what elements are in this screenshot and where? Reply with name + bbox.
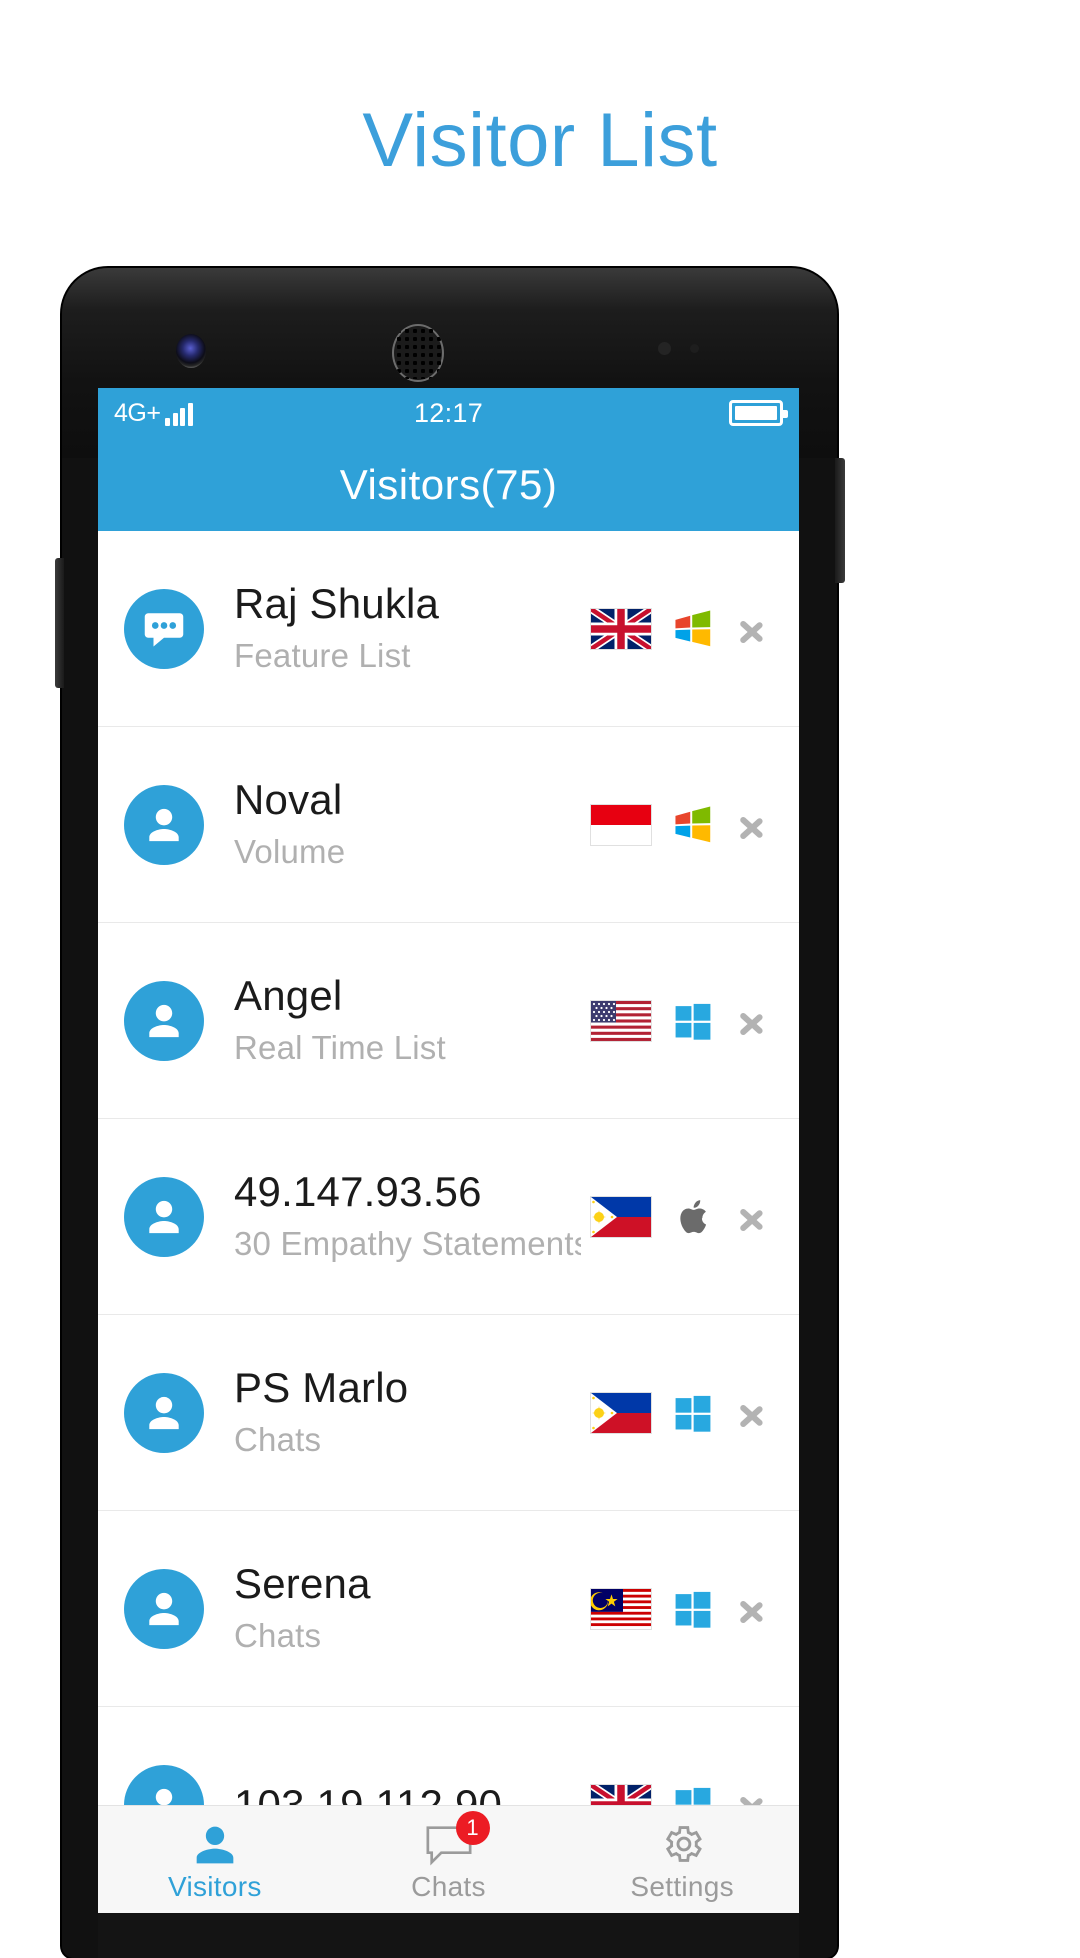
person-icon xyxy=(124,1568,204,1649)
bottom-tab-bar[interactable]: Visitors 1 Chats Settings xyxy=(98,1805,799,1913)
country-flag-icon xyxy=(591,1392,651,1433)
tab-label-chats: Chats xyxy=(411,1870,486,1902)
visitor-subtitle: 30 Empathy Statements xyxy=(234,1225,581,1263)
visitor-text: PS Marlo Chats xyxy=(234,1364,581,1460)
chat-bubble-icon xyxy=(124,588,204,669)
chevron-right-icon[interactable] xyxy=(735,999,769,1043)
visitor-text: Raj Shukla Feature List xyxy=(234,580,581,676)
windows-modern-icon xyxy=(673,1001,713,1041)
visitor-name: Serena xyxy=(234,1560,371,1608)
person-icon xyxy=(124,784,204,865)
status-bar: 4G+ 12:17 xyxy=(98,388,799,438)
visitor-meta xyxy=(591,1587,769,1631)
tab-settings[interactable]: Settings xyxy=(565,1806,799,1913)
visitor-list[interactable]: Raj Shukla Feature List Noval Volume Angel Re… xyxy=(98,531,799,1903)
chats-badge: 1 xyxy=(455,1810,490,1845)
volume-button xyxy=(55,558,64,688)
tab-label-settings: Settings xyxy=(630,1870,734,1902)
proximity-sensor-icon xyxy=(658,342,671,355)
visitor-name: PS Marlo xyxy=(234,1364,409,1412)
visitor-text: Serena Chats xyxy=(234,1560,581,1656)
chevron-right-icon[interactable] xyxy=(735,803,769,847)
visitor-meta xyxy=(591,607,769,651)
visitor-row[interactable]: PS Marlo Chats xyxy=(98,1315,799,1511)
tab-chats[interactable]: 1 Chats xyxy=(332,1806,566,1913)
country-flag-icon xyxy=(591,1000,651,1041)
visitor-subtitle: Real Time List xyxy=(234,1029,446,1067)
app-navbar: Visitors(75) xyxy=(98,438,799,531)
visitor-subtitle: Volume xyxy=(234,833,346,871)
visitor-text: 49.147.93.56 30 Empathy Statements xyxy=(234,1168,581,1264)
battery-icon xyxy=(729,400,788,426)
visitor-subtitle: Chats xyxy=(234,1421,322,1459)
visitor-subtitle: Chats xyxy=(234,1617,322,1655)
country-flag-icon xyxy=(591,1196,651,1237)
tab-visitors[interactable]: Visitors xyxy=(98,1806,332,1913)
chat-bubble-icon: 1 xyxy=(424,1810,490,1867)
visitor-row[interactable]: Serena Chats xyxy=(98,1511,799,1707)
apple-icon xyxy=(673,1197,713,1237)
person-icon xyxy=(124,980,204,1061)
windows-classic-icon xyxy=(673,805,713,845)
navbar-title: Visitors(75) xyxy=(339,460,558,508)
visitor-name: Noval xyxy=(234,776,343,824)
front-camera-icon xyxy=(176,334,206,368)
chevron-right-icon[interactable] xyxy=(735,1391,769,1435)
power-button xyxy=(835,458,845,583)
visitor-name: 49.147.93.56 xyxy=(234,1168,482,1216)
visitor-row[interactable]: Raj Shukla Feature List xyxy=(98,531,799,727)
status-bar-clock: 12:17 xyxy=(413,397,484,428)
status-bar-right xyxy=(729,400,788,426)
page-title: Visitor List xyxy=(362,98,718,183)
visitor-row[interactable]: Noval Volume xyxy=(98,727,799,923)
chevron-right-icon[interactable] xyxy=(735,607,769,651)
visitor-row[interactable]: Angel Real Time List xyxy=(98,923,799,1119)
visitor-meta xyxy=(591,1195,769,1239)
windows-modern-icon xyxy=(673,1589,713,1629)
visitor-row[interactable]: 49.147.93.56 30 Empathy Statements xyxy=(98,1119,799,1315)
visitor-subtitle: Feature List xyxy=(234,637,411,675)
visitor-meta xyxy=(591,803,769,847)
chevron-right-icon[interactable] xyxy=(735,1195,769,1239)
visitor-name: Angel xyxy=(234,972,343,1020)
person-icon xyxy=(124,1176,204,1257)
visitor-name: Raj Shukla xyxy=(234,580,440,628)
person-icon xyxy=(124,1372,204,1453)
visitor-text: Angel Real Time List xyxy=(234,972,581,1068)
gear-icon xyxy=(659,1817,705,1867)
person-icon xyxy=(193,1817,237,1867)
phone-mockup: 4G+ 12:17 Visitors(75) Raj Shukla Feature… xyxy=(55,268,845,1958)
country-flag-icon xyxy=(591,804,651,845)
windows-classic-icon xyxy=(673,609,713,649)
light-sensor-icon xyxy=(690,344,699,353)
visitor-meta xyxy=(591,1391,769,1435)
windows-modern-icon xyxy=(673,1393,713,1433)
country-flag-icon xyxy=(591,1588,651,1629)
visitor-text: Noval Volume xyxy=(234,776,581,872)
tab-label-visitors: Visitors xyxy=(167,1870,262,1902)
visitor-meta xyxy=(591,999,769,1043)
earpiece-speaker-icon xyxy=(392,324,444,382)
chevron-right-icon[interactable] xyxy=(735,1587,769,1631)
phone-screen: 4G+ 12:17 Visitors(75) Raj Shukla Feature… xyxy=(98,388,799,1913)
country-flag-icon xyxy=(591,608,651,649)
